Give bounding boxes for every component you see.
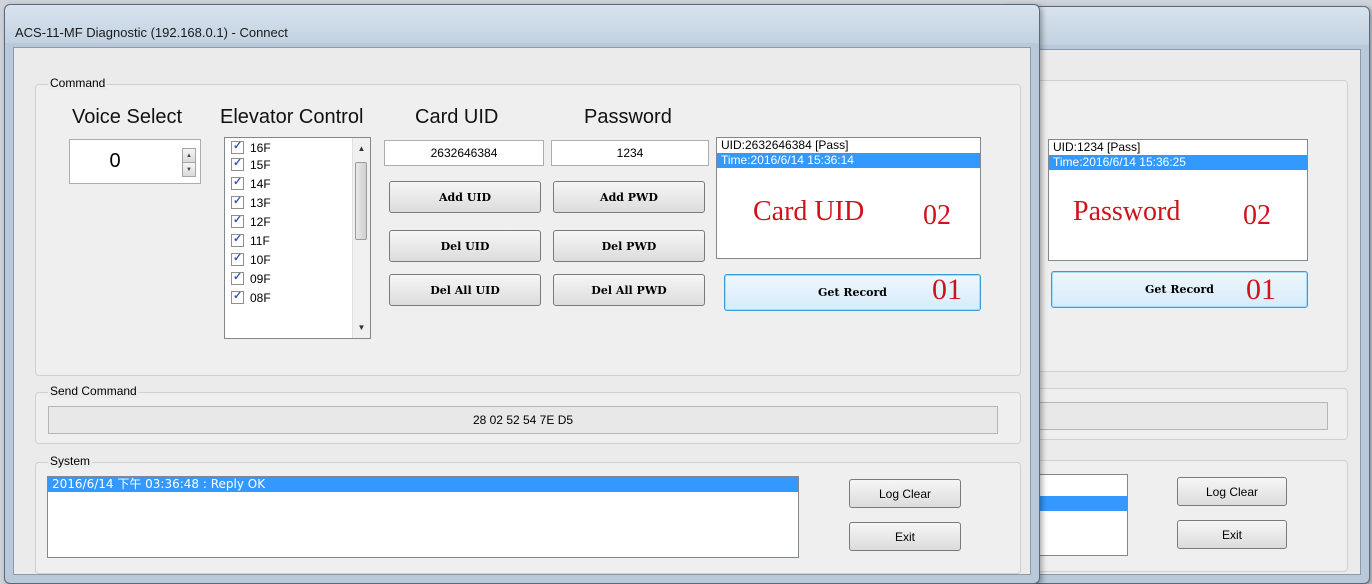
add-uid-button[interactable]: Add UID	[389, 181, 541, 213]
spin-up-icon[interactable]: ▲	[182, 148, 196, 163]
card-uid-label: Card UID	[415, 106, 499, 128]
floor-item[interactable]: 09F	[231, 270, 271, 286]
log-list-item-selected[interactable]: 2016/6/14 下午 03:36:48 : Reply OK	[48, 477, 798, 492]
background-titlebar	[1001, 7, 1369, 45]
elevator-scrollbar[interactable]: ▲ ▼	[352, 138, 370, 338]
floor-item[interactable]: 12F	[231, 213, 271, 229]
del-all-pwd-button[interactable]: Del All PWD	[553, 274, 705, 306]
del-all-uid-button[interactable]: Del All UID	[389, 274, 541, 306]
scroll-thumb[interactable]	[355, 162, 367, 240]
del-uid-button[interactable]: Del UID	[389, 230, 541, 262]
del-all-pwd-label: Del All PWD	[591, 283, 667, 297]
add-pwd-label: Add PWD	[600, 190, 658, 204]
send-command-title: Send Command	[48, 384, 139, 398]
exit-button[interactable]: Exit	[849, 522, 961, 551]
checkbox-icon[interactable]	[231, 232, 244, 247]
get-record-annotation-number: 01	[1246, 273, 1276, 306]
floor-label: 14F	[250, 176, 271, 191]
background-exit-button[interactable]: Exit	[1177, 520, 1287, 549]
main-window: ACS-11-MF Diagnostic (192.168.0.1) - Con…	[4, 4, 1040, 584]
background-record-list[interactable]: UID:1234 [Pass] Time:2016/6/14 15:36:25 …	[1048, 139, 1308, 261]
system-log-list[interactable]: 2016/6/14 下午 03:36:48 : Reply OK	[47, 476, 799, 558]
voice-select-value: 0	[109, 150, 121, 172]
floor-label: 16F	[250, 140, 271, 155]
floor-label: 12F	[250, 214, 271, 229]
password-annotation-number: 02	[1243, 200, 1271, 231]
card-uid-annotation: Card UID	[753, 196, 865, 227]
checkbox-icon[interactable]	[231, 213, 244, 228]
log-clear-label: Log Clear	[1205, 484, 1259, 499]
spin-down-icon[interactable]: ▼	[182, 162, 196, 177]
scroll-up-icon[interactable]: ▲	[353, 140, 370, 157]
scroll-down-icon[interactable]: ▼	[353, 319, 370, 336]
get-record-label: Get Record	[818, 286, 887, 299]
exit-label: Exit	[1221, 527, 1242, 542]
checkbox-icon[interactable]	[231, 156, 244, 171]
del-pwd-label: Del PWD	[601, 239, 657, 253]
record-list-item-selected[interactable]: Time:2016/6/14 15:36:25	[1049, 155, 1307, 170]
floor-item[interactable]: 14F	[231, 175, 271, 191]
floor-item[interactable]: 16F	[231, 139, 271, 155]
system-group-title: System	[48, 454, 93, 468]
floor-label: 15F	[250, 157, 271, 172]
main-titlebar: ACS-11-MF Diagnostic (192.168.0.1) - Con…	[5, 5, 1039, 43]
command-group-title: Command	[48, 76, 108, 90]
log-clear-button[interactable]: Log Clear	[849, 479, 961, 508]
del-all-uid-label: Del All UID	[430, 283, 500, 297]
exit-label: Exit	[894, 529, 915, 544]
get-record-annotation-number: 01	[932, 273, 962, 306]
background-send-field	[1006, 402, 1328, 430]
background-client-area: UID:1234 [Pass] Time:2016/6/14 15:36:25 …	[1006, 49, 1361, 575]
background-window: UID:1234 [Pass] Time:2016/6/14 15:36:25 …	[1000, 6, 1370, 584]
record-list-item-selected[interactable]: Time:2016/6/14 15:36:14	[717, 153, 980, 168]
checkbox-icon[interactable]	[231, 139, 244, 154]
floor-item[interactable]: 08F	[231, 289, 271, 305]
checkbox-icon[interactable]	[231, 289, 244, 304]
voice-select-label: Voice Select	[72, 106, 183, 128]
checkbox-icon[interactable]	[231, 175, 244, 190]
add-uid-label: Add UID	[438, 190, 492, 204]
card-uid-annotation-number: 02	[923, 200, 951, 231]
elevator-checklist[interactable]: 16F 15F 14F 13F 12F 11F 10F 09F 08F ▲ ▼	[224, 137, 371, 339]
main-client-area: Command Voice Select Elevator Control Ca…	[13, 47, 1031, 575]
card-uid-input[interactable]: 2632646384	[384, 140, 544, 166]
voice-select-spinner[interactable]: 0 ▲ ▼	[69, 139, 201, 184]
add-pwd-button[interactable]: Add PWD	[553, 181, 705, 213]
del-uid-label: Del UID	[440, 239, 490, 253]
elevator-control-label: Elevator Control	[220, 106, 364, 128]
background-log-clear-button[interactable]: Log Clear	[1177, 477, 1287, 506]
floor-item[interactable]: 13F	[231, 194, 271, 210]
send-command-field: 28 02 52 54 7E D5	[48, 406, 998, 434]
checkbox-icon[interactable]	[231, 194, 244, 209]
floor-label: 09F	[250, 271, 271, 286]
record-list-item[interactable]: UID:2632646384 [Pass]	[717, 138, 980, 153]
record-list[interactable]: UID:2632646384 [Pass] Time:2016/6/14 15:…	[716, 137, 981, 259]
checkbox-icon[interactable]	[231, 270, 244, 285]
floor-label: 11F	[250, 233, 270, 248]
window-title: ACS-11-MF Diagnostic (192.168.0.1) - Con…	[15, 25, 288, 40]
record-list-item[interactable]: UID:1234 [Pass]	[1049, 140, 1307, 155]
password-annotation: Password	[1073, 196, 1181, 227]
password-input[interactable]: 1234	[551, 140, 709, 166]
floor-item[interactable]: 10F	[231, 251, 271, 267]
del-pwd-button[interactable]: Del PWD	[553, 230, 705, 262]
floor-label: 08F	[250, 290, 271, 305]
floor-label: 13F	[250, 195, 271, 210]
log-clear-label: Log Clear	[878, 486, 932, 501]
floor-item[interactable]: 15F	[231, 156, 271, 172]
floor-label: 10F	[250, 252, 271, 267]
checkbox-icon[interactable]	[231, 251, 244, 266]
get-record-label: Get Record	[1145, 283, 1214, 296]
password-label: Password	[584, 106, 672, 128]
floor-item[interactable]: 11F	[231, 232, 270, 248]
